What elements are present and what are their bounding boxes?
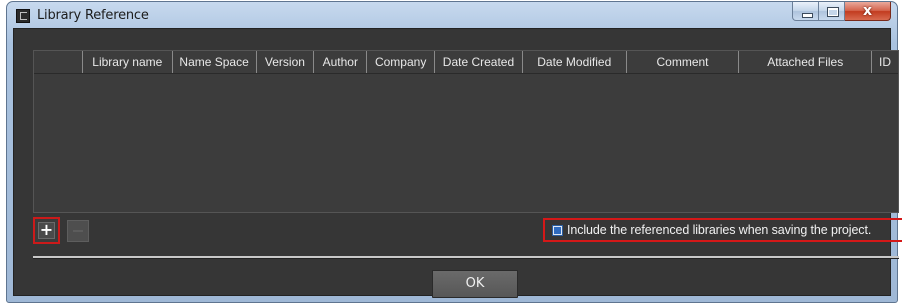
column-header-name-space[interactable]: Name Space <box>173 51 257 73</box>
add-library-button[interactable]: + <box>33 217 60 244</box>
dialog-client-area: Library name Name Space Version Author C… <box>13 28 902 298</box>
library-reference-window: Library Reference x Library name Name Sp… <box>6 1 902 303</box>
maximize-button[interactable] <box>819 2 845 21</box>
close-button[interactable]: x <box>845 2 891 21</box>
include-libraries-option[interactable]: Include the referenced libraries when sa… <box>543 218 902 242</box>
footer-divider <box>33 256 899 259</box>
close-icon: x <box>862 3 873 19</box>
column-header-company[interactable]: Company <box>367 51 436 73</box>
include-libraries-label: Include the referenced libraries when sa… <box>567 223 872 237</box>
maximize-icon <box>827 7 839 17</box>
column-header-author[interactable]: Author <box>314 51 368 73</box>
column-header-date-created[interactable]: Date Created <box>435 51 523 73</box>
column-header-version[interactable]: Version <box>257 51 315 73</box>
ok-button[interactable]: OK <box>432 270 518 298</box>
app-icon <box>16 9 30 23</box>
title-bar[interactable]: Library Reference x <box>7 2 897 28</box>
minimize-icon <box>802 13 813 18</box>
library-grid[interactable]: Library name Name Space Version Author C… <box>33 50 899 213</box>
column-header-selector[interactable] <box>34 51 83 73</box>
include-libraries-checkbox[interactable] <box>552 224 563 236</box>
column-header-attached-files[interactable]: Attached Files <box>739 51 873 73</box>
minus-icon <box>73 230 83 232</box>
column-header-date-modified[interactable]: Date Modified <box>523 51 627 73</box>
column-header-id[interactable]: ID <box>872 51 898 73</box>
grid-header: Library name Name Space Version Author C… <box>34 51 898 74</box>
minimize-button[interactable] <box>792 2 819 21</box>
window-title: Library Reference <box>37 8 149 23</box>
column-header-comment[interactable]: Comment <box>627 51 740 73</box>
plus-icon: + <box>38 220 55 239</box>
remove-library-button[interactable] <box>67 220 89 242</box>
caption-buttons: x <box>792 2 891 22</box>
column-header-library-name[interactable]: Library name <box>83 51 173 73</box>
